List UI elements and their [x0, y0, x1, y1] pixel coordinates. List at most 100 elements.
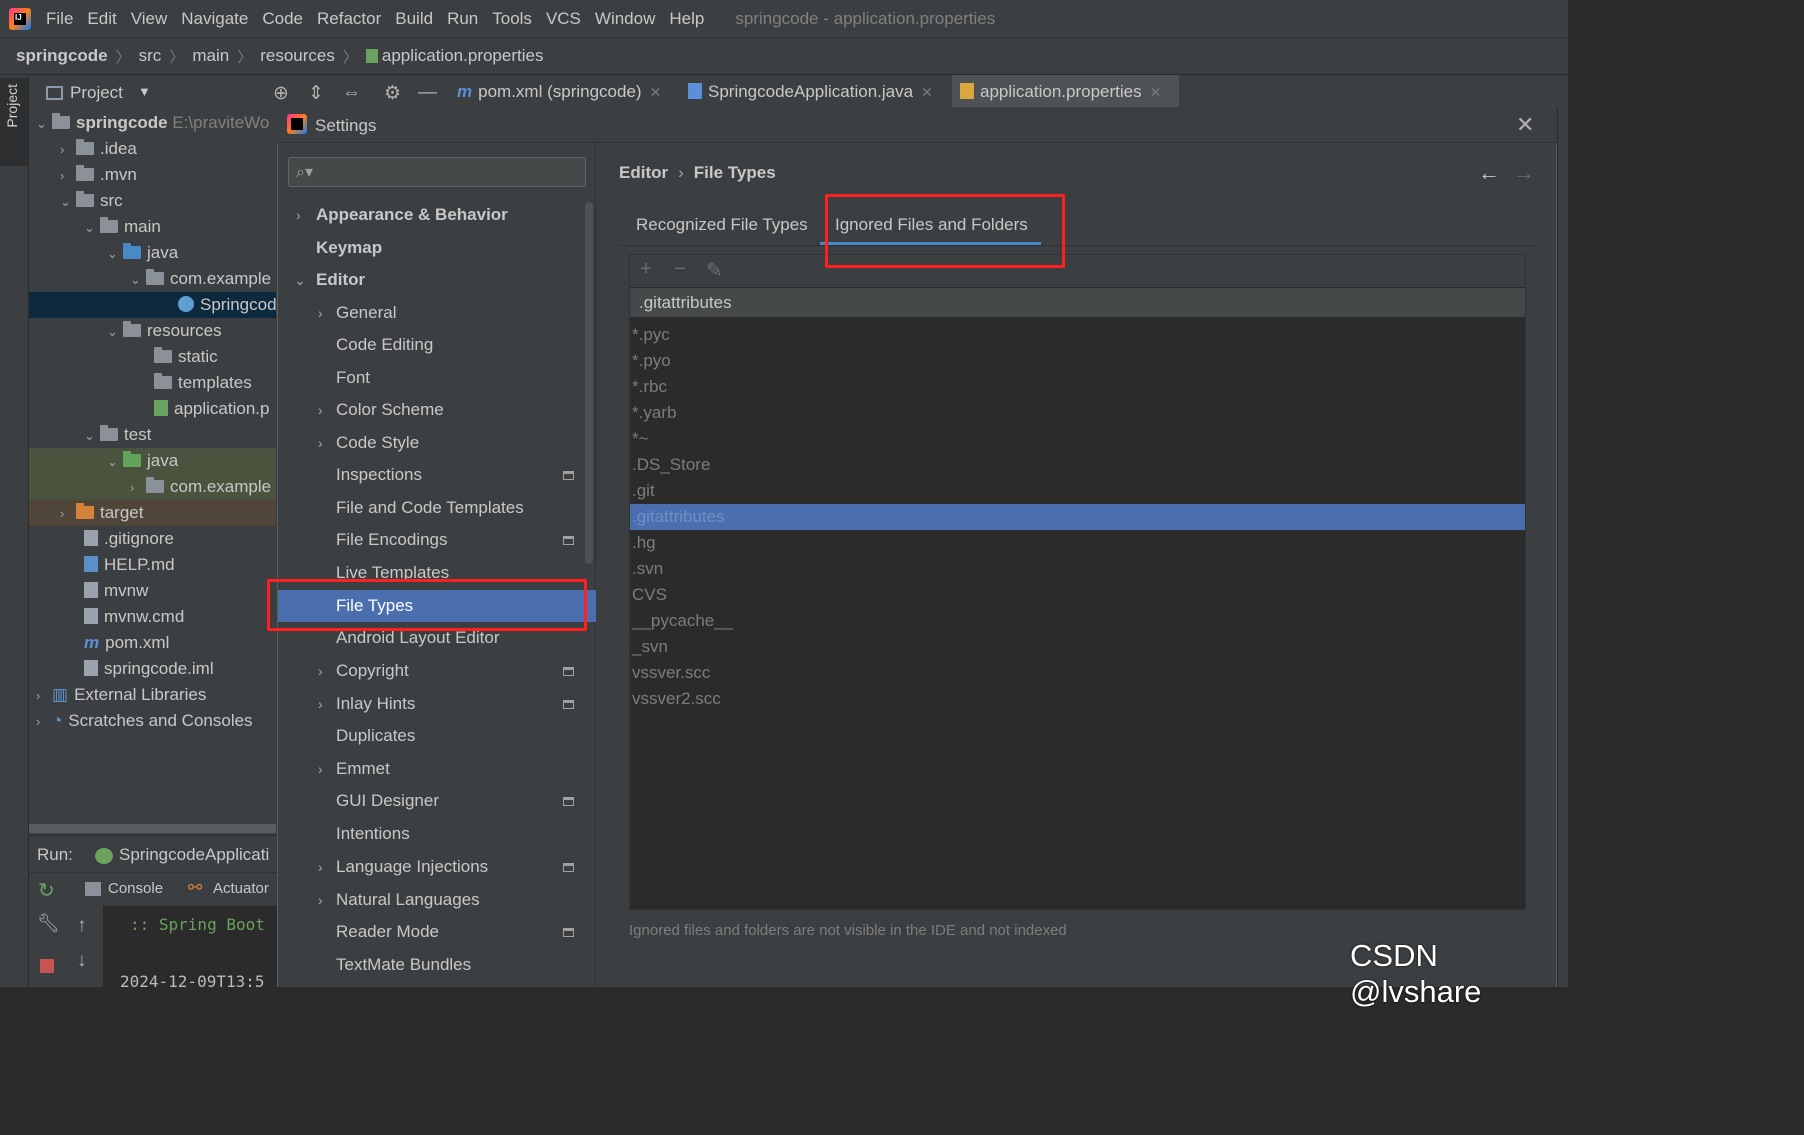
- tree-item-resources[interactable]: ⌄ resources: [107, 318, 276, 344]
- list-item[interactable]: vssver.scc: [630, 660, 1525, 686]
- tree-item-test[interactable]: ⌄ test: [84, 422, 276, 448]
- nav-color-scheme[interactable]: › Color Scheme: [278, 394, 596, 426]
- list-item[interactable]: vssver2.scc: [630, 686, 1525, 712]
- nav-inspections[interactable]: Inspections: [278, 459, 596, 491]
- list-item[interactable]: .svn: [630, 556, 1525, 582]
- tree-item-mvnw[interactable]: mvnw: [84, 578, 276, 604]
- nav-font[interactable]: Font: [278, 362, 596, 394]
- tree-item-idea[interactable]: › .idea: [60, 136, 276, 162]
- gear-icon[interactable]: ⚙: [384, 82, 401, 105]
- rerun-icon[interactable]: ↻: [38, 878, 55, 903]
- menu-code[interactable]: Code: [262, 9, 303, 29]
- tree-item-mvn[interactable]: › .mvn: [60, 162, 276, 188]
- scroll-down-icon[interactable]: ↓: [77, 950, 87, 972]
- menu-build[interactable]: Build: [395, 9, 433, 29]
- list-item[interactable]: .DS_Store: [630, 452, 1525, 478]
- expand-all-icon[interactable]: ⇕: [308, 82, 324, 105]
- run-configuration-tab[interactable]: SpringcodeApplicati: [119, 845, 269, 865]
- forward-arrow-icon[interactable]: →: [1513, 160, 1535, 186]
- menu-edit[interactable]: Edit: [87, 9, 116, 29]
- menu-refactor[interactable]: Refactor: [317, 9, 381, 29]
- settings-search-input[interactable]: [288, 157, 586, 187]
- edit-pencil-icon[interactable]: ✎: [706, 258, 723, 283]
- tree-item-springcode[interactable]: ⌄ springcode E:\praviteWo: [36, 110, 276, 136]
- menu-help[interactable]: Help: [669, 9, 704, 29]
- tree-item-java[interactable]: ⌄ java: [107, 240, 276, 266]
- nav-textmate-bundles[interactable]: TextMate Bundles: [278, 949, 596, 987]
- nav-intentions[interactable]: Intentions: [278, 818, 596, 850]
- list-item[interactable]: .git: [630, 478, 1525, 504]
- actuator-tab[interactable]: Actuator: [213, 880, 269, 897]
- breadcrumb-resources[interactable]: resources: [260, 46, 335, 66]
- list-item[interactable]: *.pyc: [630, 322, 1525, 348]
- nav-code-style[interactable]: › Code Style: [278, 427, 596, 459]
- tree-item-static[interactable]: static: [154, 344, 276, 370]
- ignored-pattern-value[interactable]: .gitattributes: [639, 293, 732, 313]
- tab-recognized-file-types[interactable]: Recognized File Types: [636, 213, 808, 247]
- breadcrumb-editor[interactable]: Editor: [619, 163, 668, 182]
- nav-keymap[interactable]: Keymap: [278, 232, 596, 264]
- add-icon[interactable]: +: [640, 258, 652, 281]
- menu-file[interactable]: File: [46, 9, 73, 29]
- nav-reader-mode[interactable]: Reader Mode: [278, 916, 596, 948]
- tab-application-properties[interactable]: application.properties ✕: [952, 75, 1179, 109]
- tree-item-springcode-application[interactable]: Springcod: [178, 292, 276, 318]
- nav-gui-designer[interactable]: GUI Designer: [278, 785, 596, 817]
- scroll-up-icon[interactable]: ↑: [77, 915, 87, 937]
- menu-tools[interactable]: Tools: [492, 9, 532, 29]
- wrench-icon[interactable]: 🔧︎: [37, 913, 60, 934]
- tree-item-gitignore[interactable]: .gitignore: [84, 526, 276, 552]
- nav-emmet[interactable]: › Emmet: [278, 753, 596, 785]
- chevron-down-icon[interactable]: ▼: [138, 84, 151, 99]
- nav-editor[interactable]: ⌄ Editor: [278, 264, 596, 296]
- horizontal-scrollbar[interactable]: [29, 824, 276, 833]
- nav-natural-languages[interactable]: › Natural Languages: [278, 884, 596, 916]
- tree-item-test-package[interactable]: › com.example: [130, 474, 276, 500]
- list-item[interactable]: __pycache__: [630, 608, 1525, 634]
- menu-navigate[interactable]: Navigate: [181, 9, 248, 29]
- tree-item-external-libraries[interactable]: › ▥ External Libraries: [36, 682, 276, 708]
- breadcrumb-springcode[interactable]: springcode: [16, 46, 108, 66]
- menu-view[interactable]: View: [131, 9, 168, 29]
- tree-item-mvnw-cmd[interactable]: mvnw.cmd: [84, 604, 276, 630]
- nav-general[interactable]: › General: [278, 297, 596, 329]
- list-item[interactable]: *~: [630, 426, 1525, 452]
- breadcrumb-main[interactable]: main: [192, 46, 229, 66]
- list-item[interactable]: .hg: [630, 530, 1525, 556]
- back-arrow-icon[interactable]: ←: [1478, 160, 1500, 186]
- breadcrumb-application-properties[interactable]: application.properties: [382, 46, 544, 66]
- tab-pom-xml[interactable]: m pom.xml (springcode) ✕: [449, 75, 675, 109]
- collapse-all-icon[interactable]: ⇔: [342, 82, 361, 104]
- menu-run[interactable]: Run: [447, 9, 478, 29]
- tree-item-target[interactable]: › target: [60, 500, 276, 526]
- nav-inlay-hints[interactable]: › Inlay Hints: [278, 688, 596, 720]
- list-item[interactable]: *.pyo: [630, 348, 1525, 374]
- close-icon[interactable]: ✕: [650, 84, 662, 100]
- menu-vcs[interactable]: VCS: [546, 9, 581, 29]
- nav-language-injections[interactable]: › Language Injections: [278, 851, 596, 883]
- tree-item-package[interactable]: ⌄ com.example: [130, 266, 276, 292]
- hide-icon[interactable]: —: [418, 82, 437, 104]
- list-item[interactable]: *.rbc: [630, 374, 1525, 400]
- breadcrumb-src[interactable]: src: [139, 46, 162, 66]
- nav-duplicates[interactable]: Duplicates: [278, 720, 596, 752]
- menu-window[interactable]: Window: [595, 9, 655, 29]
- tree-item-pom-xml[interactable]: m pom.xml: [84, 630, 276, 656]
- project-panel-title[interactable]: Project: [70, 83, 123, 103]
- tree-item-springcode-iml[interactable]: springcode.iml: [84, 656, 276, 682]
- tree-item-scratches[interactable]: › ◔ Scratches and Consoles: [36, 708, 276, 734]
- list-item-selected[interactable]: .gitattributes: [630, 504, 1525, 530]
- remove-icon[interactable]: −: [674, 258, 686, 281]
- list-item[interactable]: *.yarb: [630, 400, 1525, 426]
- tree-item-main[interactable]: ⌄ main: [84, 214, 276, 240]
- nav-scrollbar[interactable]: [585, 202, 593, 564]
- nav-file-code-templates[interactable]: File and Code Templates: [278, 492, 596, 524]
- tree-item-src[interactable]: ⌄ src: [60, 188, 276, 214]
- list-item[interactable]: _svn: [630, 634, 1525, 660]
- tree-item-test-java[interactable]: ⌄ java: [107, 448, 276, 474]
- nav-file-encodings[interactable]: File Encodings: [278, 524, 596, 556]
- list-item[interactable]: CVS: [630, 582, 1525, 608]
- ignored-pattern-input[interactable]: [630, 288, 1525, 318]
- tree-item-application-properties[interactable]: application.p: [154, 396, 276, 422]
- nav-appearance-behavior[interactable]: › Appearance & Behavior: [278, 199, 596, 231]
